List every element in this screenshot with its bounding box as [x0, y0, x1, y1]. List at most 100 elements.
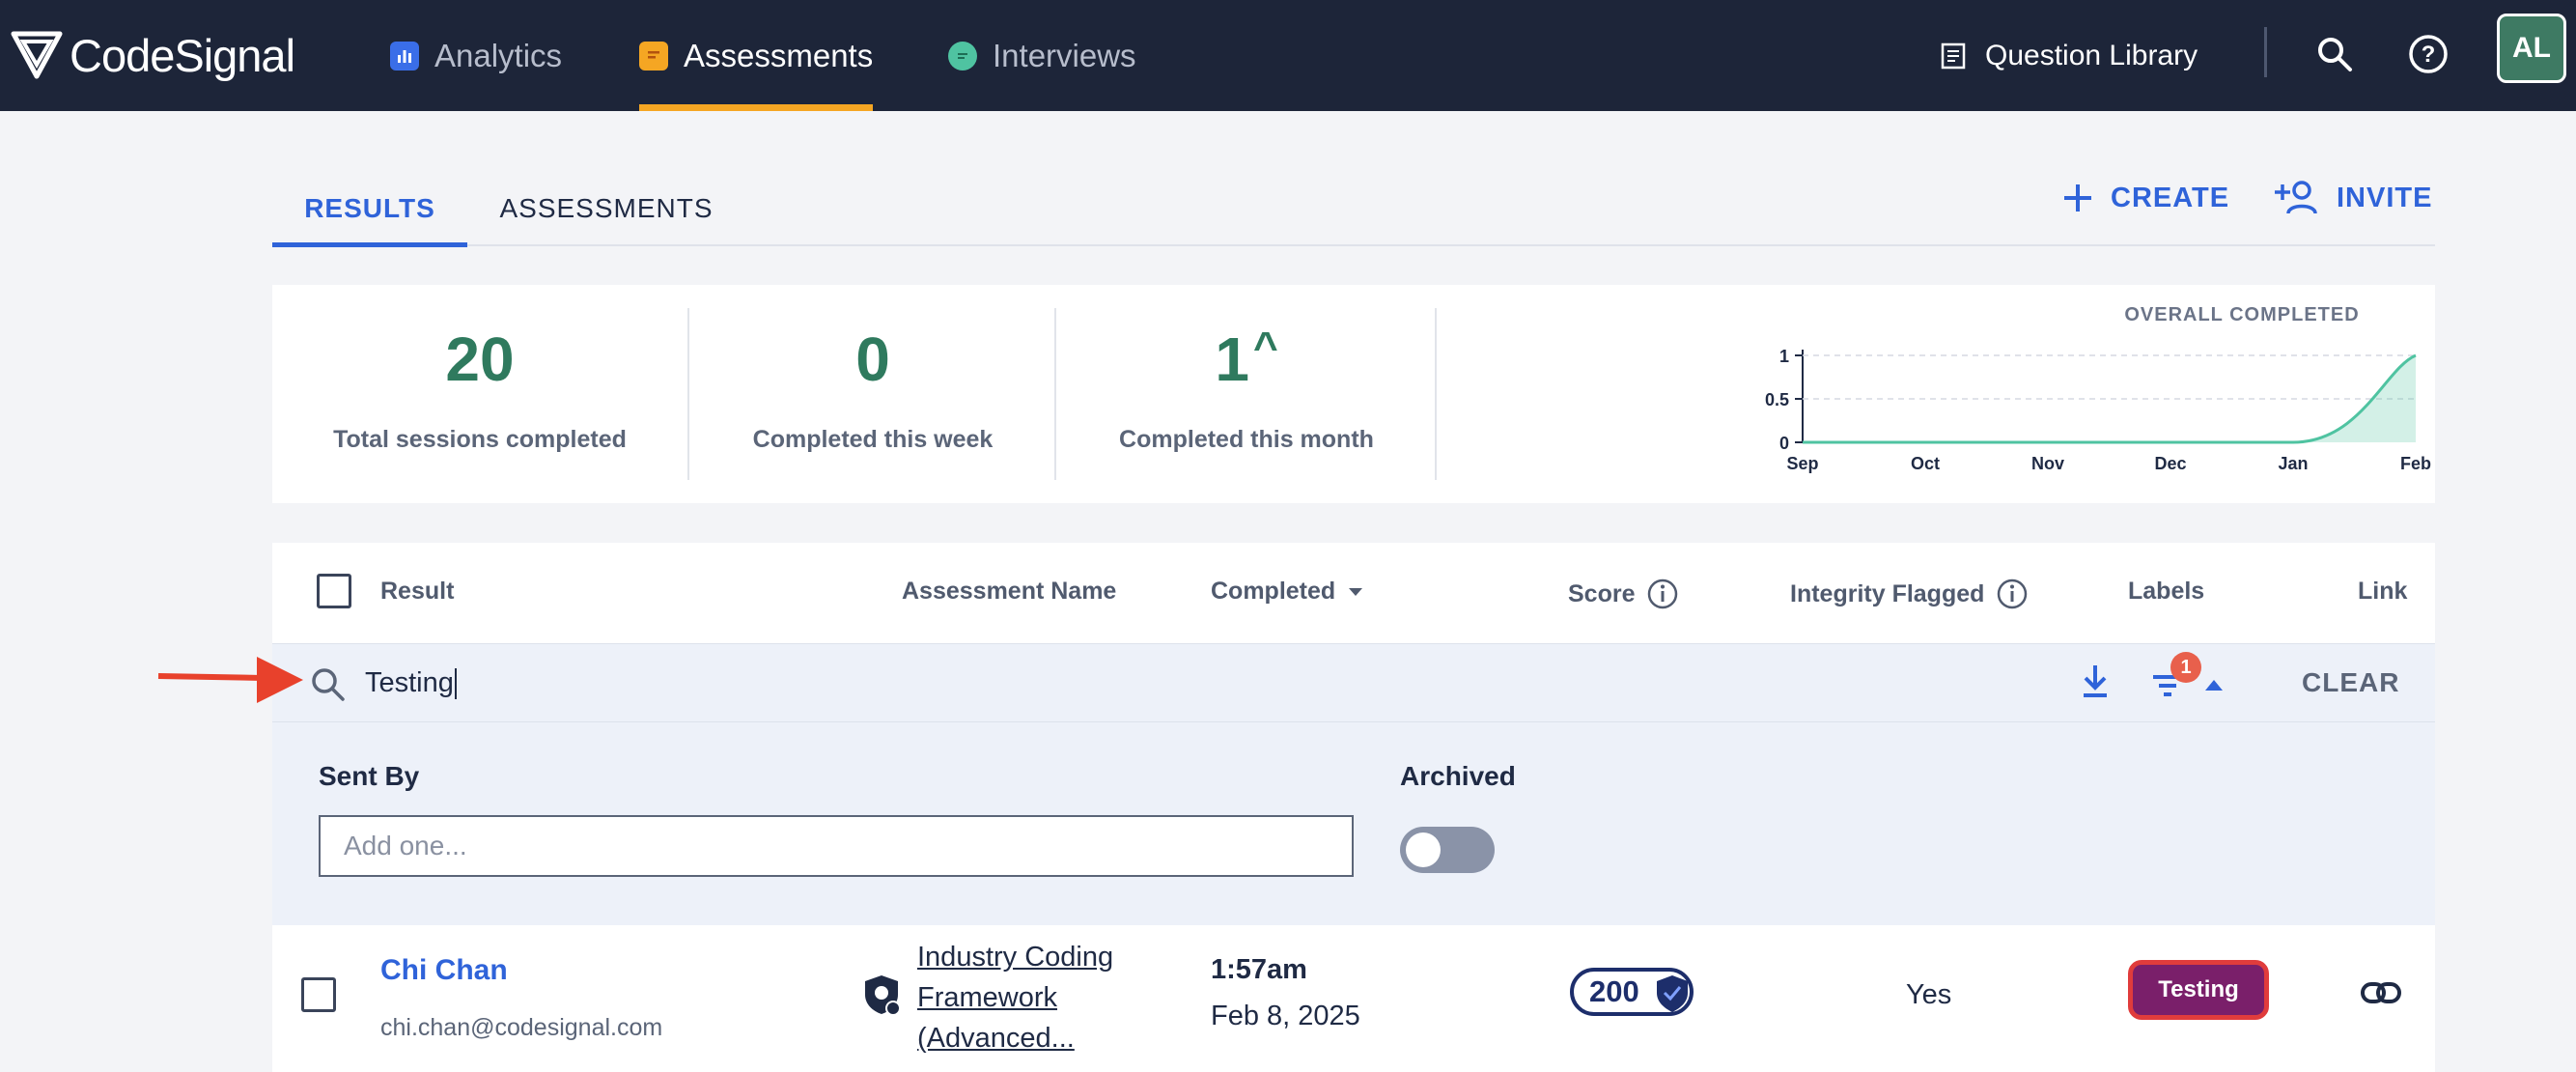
nav-tab-label: Analytics [434, 37, 563, 73]
header-completed-label: Completed [1211, 578, 1336, 605]
nav-divider [2264, 27, 2267, 77]
x-tick-label: Sep [1786, 454, 1818, 473]
row-checkbox[interactable] [301, 977, 336, 1012]
nav-tab-label: Assessments [684, 37, 874, 73]
results-table: Result Assessment Name Completed Score I… [272, 543, 2435, 1072]
stats-card: 20 Total sessions completed 0 Completed … [272, 285, 2435, 503]
top-nav: CodeSignal Analytics Assessments Intervi… [0, 0, 2576, 111]
search-input[interactable]: Testing [365, 667, 457, 700]
stat-value: 1^ [1056, 324, 1437, 395]
y-tick-label: 1 [1779, 347, 1789, 366]
stat-number: 1 [1215, 324, 1249, 394]
filter-count-badge: 1 [2170, 652, 2201, 683]
text-cursor [454, 668, 457, 700]
header-integrity-label: Integrity Flagged [1790, 579, 1985, 607]
filter-toggle-button[interactable]: 1 [2151, 652, 2228, 706]
sent-by-label: Sent By [319, 761, 420, 791]
header-score: Score [1568, 578, 1679, 610]
analytics-icon [390, 41, 419, 71]
search-row: Testing 1 CLEAR [272, 643, 2435, 722]
score-value: 200 [1589, 974, 1639, 1008]
help-icon[interactable]: ? [2401, 27, 2455, 81]
search-icon [312, 668, 345, 701]
stat-divider [1435, 308, 1437, 480]
sent-by-input[interactable]: Add one... [319, 815, 1354, 877]
question-library-link[interactable]: Question Library [1941, 0, 2198, 111]
codesignal-logo-icon [11, 31, 63, 79]
create-label: CREATE [2111, 182, 2230, 213]
header-completed[interactable]: Completed [1211, 578, 1364, 606]
table-row[interactable]: Chi Chan chi.chan@codesignal.com Industr… [272, 925, 2435, 1072]
x-tick-label: Oct [1911, 454, 1940, 473]
invite-label: INVITE [2337, 182, 2433, 213]
stat-label: Total sessions completed [333, 426, 627, 453]
overall-completed-chart: 0 0.5 1 Sep Oct Nov Dec Jan Feb [1765, 347, 2431, 473]
stat-value: 0 [855, 324, 890, 394]
y-tick-label: 0 [1779, 434, 1789, 453]
interviews-icon [948, 41, 977, 71]
completed-time: 1:57am [1211, 954, 1307, 985]
verified-shield-icon [1657, 975, 1688, 1012]
candidate-email: chi.chan@codesignal.com [380, 1014, 663, 1041]
integrity-flagged-value: Yes [1906, 979, 1952, 1010]
header-link: Link [2358, 578, 2408, 605]
table-header: Result Assessment Name Completed Score I… [272, 543, 2435, 643]
stat-total-sessions: 20 Total sessions completed [272, 285, 687, 503]
nav-tab-label: Interviews [993, 37, 1136, 73]
invite-button[interactable]: INVITE [2275, 174, 2432, 222]
tab-results[interactable]: RESULTS [272, 170, 467, 247]
info-icon[interactable] [1996, 578, 2029, 610]
tab-assessments[interactable]: ASSESSMENTS [467, 170, 745, 247]
search-value: Testing [365, 667, 454, 698]
annotation-arrow-icon [157, 657, 303, 703]
select-all-checkbox[interactable] [317, 574, 351, 608]
chart-title: OVERALL COMPLETED [2124, 304, 2360, 325]
label-badge[interactable]: Testing [2128, 960, 2269, 1020]
y-tick-label: 0.5 [1765, 390, 1789, 409]
logo-text: CodeSignal [70, 29, 295, 81]
create-button[interactable]: CREATE [2060, 174, 2229, 222]
question-library-label: Question Library [1985, 39, 2198, 71]
nav-tab-assessments[interactable]: Assessments [639, 0, 874, 111]
clear-button[interactable]: CLEAR [2302, 667, 2399, 698]
archived-toggle[interactable] [1400, 827, 1495, 873]
codesignal-logo[interactable]: CodeSignal [10, 21, 295, 89]
plus-icon [2064, 184, 2091, 212]
candidate-name[interactable]: Chi Chan [380, 954, 508, 987]
nav-tab-analytics[interactable]: Analytics [390, 0, 562, 111]
stat-this-week: 0 Completed this week [689, 285, 1056, 503]
x-tick-label: Feb [2400, 454, 2431, 473]
stat-this-month: 1^ Completed this month [1056, 285, 1437, 503]
x-tick-label: Nov [2031, 454, 2064, 473]
header-integrity-flagged: Integrity Flagged [1790, 578, 2029, 610]
x-tick-label: Dec [2154, 454, 2186, 473]
archived-label: Archived [1400, 761, 1516, 791]
assessment-name-link[interactable]: Industry Coding Framework (Advanced... [917, 937, 1168, 1058]
proctoring-shield-icon [865, 975, 901, 1016]
download-icon[interactable] [2078, 662, 2113, 700]
nav-tab-interviews[interactable]: Interviews [948, 0, 1136, 111]
filter-panel: Sent By Add one... Archived [272, 722, 2435, 925]
link-icon[interactable] [2360, 979, 2402, 1006]
toggle-knob [1406, 832, 1441, 867]
add-person-icon [2275, 181, 2317, 214]
book-icon [1941, 42, 1966, 69]
score-badge[interactable]: 200 [1570, 968, 1694, 1016]
header-assessment-name[interactable]: Assessment Name [902, 578, 1116, 606]
stat-label: Completed this month [1119, 426, 1374, 453]
search-icon[interactable] [2308, 27, 2362, 81]
completed-date: Feb 8, 2025 [1211, 1001, 1360, 1031]
header-result: Result [380, 578, 455, 605]
user-avatar[interactable]: AL [2497, 14, 2566, 83]
info-icon[interactable] [1646, 578, 1679, 610]
chevron-up-icon [2205, 680, 2223, 691]
x-tick-label: Jan [2278, 454, 2308, 473]
stat-label: Completed this week [752, 426, 994, 453]
header-labels: Labels [2128, 578, 2205, 605]
trend-up-icon: ^ [1252, 324, 1278, 371]
sort-down-icon [1349, 587, 1363, 596]
header-score-label: Score [1568, 579, 1636, 607]
svg-text:?: ? [2422, 42, 2436, 68]
stat-value: 20 [445, 324, 515, 394]
assessments-icon [639, 41, 668, 71]
